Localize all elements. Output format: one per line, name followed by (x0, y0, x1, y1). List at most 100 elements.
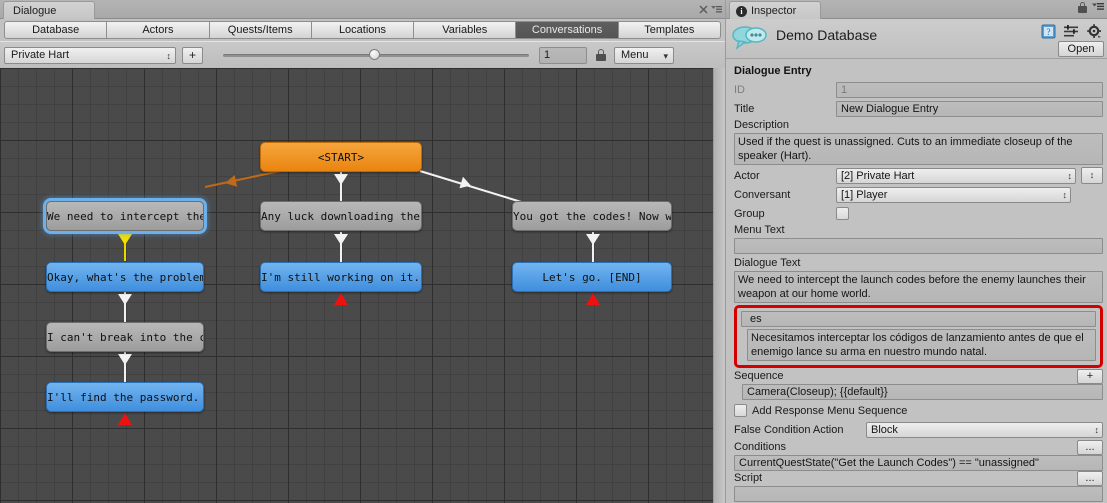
tab-variables[interactable]: Variables (414, 21, 517, 39)
menu-text-label: Menu Text (734, 224, 785, 236)
node-you-got-the-codes[interactable]: You got the codes! Now we (512, 201, 672, 231)
node-we-need-to-intercept[interactable]: We need to intercept the l (46, 201, 204, 231)
inspector-body: Dialogue Entry ID 1 Title New Dialogue E… (726, 60, 1107, 503)
preset-icon[interactable] (1064, 25, 1079, 41)
tab-menu-icon[interactable] (1092, 2, 1104, 14)
tab-templates[interactable]: Templates (618, 21, 721, 39)
window-tabbar: Dialogue (0, 0, 725, 19)
conversation-select[interactable]: Private Hart (4, 46, 176, 64)
arrow-n1-to-n4 (118, 234, 132, 245)
tab-inspector[interactable]: i Inspector (729, 1, 821, 19)
id-value: 1 (836, 81, 1103, 98)
actor-label: Actor (734, 169, 760, 182)
tab-actors[interactable]: Actors (107, 21, 210, 39)
conditions-header: Conditions ... (734, 440, 1103, 455)
add-response-menu-row: Add Response Menu Sequence (734, 402, 1103, 419)
false-condition-select[interactable]: Block (866, 421, 1103, 438)
arrow-n7-to-n8 (118, 354, 132, 365)
add-response-menu-checkbox[interactable] (734, 404, 747, 417)
svg-text:?: ? (1047, 27, 1051, 37)
node-im-still-working-on-it[interactable]: I'm still working on it. [ (260, 262, 422, 292)
inspector-tabbar: i Inspector (726, 0, 1107, 19)
node-ill-find-the-password[interactable]: I'll find the password. {s (46, 382, 204, 412)
sequence-header: Sequence + (734, 369, 1103, 384)
tab-conversations[interactable]: Conversations (516, 21, 619, 39)
field-title: Title New Dialogue Entry (734, 100, 1103, 117)
field-actor: Actor [2] Private Hart (734, 167, 1103, 184)
tab-locations[interactable]: Locations (311, 21, 415, 39)
tab-database[interactable]: Database (4, 21, 108, 39)
conversant-label: Conversant (734, 188, 791, 201)
loopback-marker-n5 (334, 293, 348, 305)
field-id: ID 1 (734, 81, 1103, 98)
arrow-n4-to-n7 (118, 294, 132, 305)
description-input[interactable]: Used if the quest is unassigned. Cuts to… (734, 133, 1103, 165)
window-menu-icon[interactable] (711, 3, 722, 16)
dialogue-node-canvas[interactable]: <START> We need to intercept the l Any l… (0, 68, 713, 503)
group-checkbox[interactable] (836, 207, 849, 220)
tab-quests-items[interactable]: Quests/Items (209, 21, 312, 39)
loopback-marker-n8 (118, 413, 132, 425)
localization-text-input[interactable]: Necesitamos interceptar los códigos de l… (747, 329, 1096, 361)
help-icon[interactable]: ? (1041, 24, 1056, 42)
lock-icon[interactable] (596, 48, 606, 62)
sequence-input[interactable]: Camera(Closeup); {{default}} (742, 384, 1103, 400)
node-any-luck-downloading[interactable]: Any luck downloading the l (260, 201, 422, 231)
arrow-start-to-n1 (223, 174, 238, 190)
inspector-header-icons: ? (1041, 24, 1102, 42)
window-controls (696, 1, 722, 18)
actor-stepper[interactable] (1081, 167, 1103, 184)
node-start[interactable]: <START> (260, 142, 422, 172)
link-start-to-n3 (419, 170, 528, 205)
id-label: ID (734, 83, 745, 96)
info-icon: i (736, 6, 747, 17)
menu-text-input[interactable] (734, 238, 1103, 254)
localization-language-field[interactable]: es (741, 311, 1096, 327)
node-okay-whats-the-problem[interactable]: Okay, what's the problem? (46, 262, 204, 292)
false-condition-label: False Condition Action (734, 423, 844, 436)
script-input[interactable] (734, 486, 1103, 502)
node-lets-go-end[interactable]: Let's go. [END] (512, 262, 672, 292)
node-i-cant-break-into-the-com[interactable]: I can't break into the com (46, 322, 204, 352)
dialogue-editor-window: Dialogue Database Actors Quests/Items Lo… (0, 0, 725, 503)
actor-select[interactable]: [2] Private Hart (836, 167, 1076, 184)
zoom-slider[interactable] (223, 47, 529, 63)
entry-number-field[interactable]: 1 (539, 46, 587, 64)
conditions-input[interactable]: CurrentQuestState("Get the Launch Codes"… (734, 455, 1103, 471)
script-menu-button[interactable]: ... (1077, 471, 1103, 486)
open-button[interactable]: Open (1058, 41, 1104, 57)
arrow-start-to-n2 (334, 174, 348, 185)
arrow-n3-to-n6 (586, 234, 600, 245)
canvas-vertical-scrollbar[interactable] (713, 68, 725, 503)
conversant-select[interactable]: [1] Player (836, 186, 1071, 203)
description-label: Description (734, 119, 790, 131)
section-title-dialogue-entry: Dialogue Entry (734, 65, 812, 77)
dialogue-text-label: Dialogue Text (734, 257, 801, 269)
script-header: Script ... (734, 471, 1103, 486)
dialogue-bubbles-icon (732, 24, 768, 54)
inspector-header: Demo Database ? Open (726, 19, 1107, 59)
graph-menu-button[interactable]: Menu (614, 46, 674, 64)
script-label: Script (734, 472, 763, 484)
tab-dialogue[interactable]: Dialogue (3, 1, 95, 19)
inspector-tab-label: Inspector (751, 5, 797, 17)
field-conversant: Conversant [1] Player (734, 186, 1103, 203)
zoom-slider-thumb[interactable] (369, 49, 380, 60)
conditions-menu-button[interactable]: ... (1077, 440, 1103, 455)
dialogue-text-input[interactable]: We need to intercept the launch codes be… (734, 271, 1103, 303)
title-label: Title (734, 102, 755, 115)
conditions-label: Conditions (734, 441, 786, 453)
gear-icon[interactable] (1087, 24, 1102, 42)
add-response-menu-label: Add Response Menu Sequence (752, 404, 908, 417)
sequence-add-button[interactable]: + (1077, 369, 1103, 384)
sequence-label: Sequence (734, 370, 784, 382)
lock-icon[interactable] (1078, 2, 1087, 14)
arrow-n2-to-n5 (334, 234, 348, 245)
group-label: Group (734, 207, 765, 220)
inspector-tab-controls (1069, 2, 1104, 14)
field-false-condition-action: False Condition Action Block (734, 421, 1103, 438)
title-input[interactable]: New Dialogue Entry (836, 100, 1103, 117)
inspector-panel: i Inspector Demo Database ? Open Dialogu… (725, 0, 1107, 503)
close-icon[interactable] (698, 3, 709, 16)
add-conversation-button[interactable]: + (182, 46, 203, 64)
